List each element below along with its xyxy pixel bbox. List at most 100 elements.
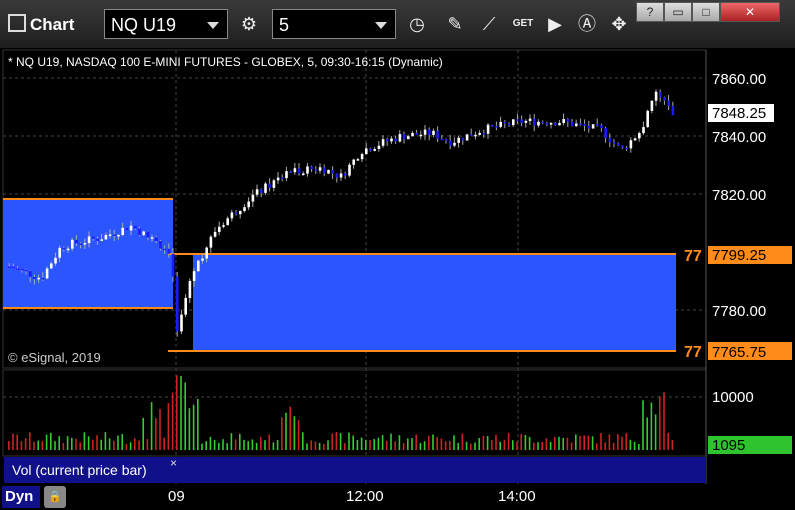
settings-gear-icon[interactable]: ⚙ bbox=[234, 9, 264, 39]
volume-bar bbox=[537, 442, 539, 450]
candle-body bbox=[482, 132, 486, 135]
indicator-icon[interactable]: ⟋ bbox=[474, 9, 504, 39]
candle-body bbox=[180, 314, 183, 332]
candle-body bbox=[188, 280, 192, 298]
volume-bar bbox=[310, 440, 312, 450]
candle-body bbox=[12, 266, 15, 269]
candle-body bbox=[75, 239, 78, 244]
candle-body bbox=[633, 138, 637, 141]
volume-bar bbox=[62, 442, 65, 450]
volume-bar bbox=[323, 443, 325, 450]
volume-bar bbox=[209, 436, 212, 450]
interval-value: 5 bbox=[279, 15, 290, 35]
volume-bar bbox=[398, 435, 401, 450]
volume-bar bbox=[255, 442, 258, 450]
candle-body bbox=[352, 159, 355, 165]
maximize-icon[interactable]: □ bbox=[692, 2, 720, 22]
volume-bar bbox=[646, 417, 648, 450]
chevron-down-icon bbox=[375, 22, 387, 29]
volume-bar bbox=[96, 435, 98, 450]
volume-bar bbox=[600, 432, 602, 450]
time-tick: 09 bbox=[168, 488, 185, 505]
volume-bar bbox=[134, 438, 136, 450]
volume-bar bbox=[213, 439, 216, 450]
price-chart[interactable]: * NQ U19, NASDAQ 100 E-MINI FUTURES - GL… bbox=[0, 48, 795, 510]
candle-body bbox=[486, 124, 490, 134]
candle-body bbox=[348, 164, 351, 176]
candle-body bbox=[335, 173, 339, 178]
volume-bar bbox=[558, 436, 560, 450]
close-icon[interactable]: × bbox=[170, 456, 177, 470]
volume-bar bbox=[667, 432, 669, 450]
candle-body bbox=[339, 173, 343, 178]
volume-bar bbox=[503, 439, 506, 450]
candle-body bbox=[524, 120, 528, 123]
volume-bar bbox=[176, 375, 178, 450]
volume-bar bbox=[524, 434, 527, 450]
candle-body bbox=[537, 121, 540, 126]
candle-body bbox=[478, 132, 481, 135]
symbol-select[interactable]: NQ U19 bbox=[104, 9, 228, 39]
candle-body bbox=[390, 138, 393, 142]
candle-body bbox=[37, 277, 40, 280]
volume-bar bbox=[201, 443, 203, 450]
candle-body bbox=[281, 177, 284, 180]
volume-bar bbox=[331, 433, 333, 450]
candle-body bbox=[234, 212, 238, 215]
volume-bar bbox=[289, 406, 291, 450]
volume-bar bbox=[470, 443, 472, 450]
close-icon[interactable]: ✕ bbox=[720, 2, 780, 22]
candle-body bbox=[436, 130, 439, 139]
pencil-icon[interactable]: ✎ bbox=[440, 9, 470, 39]
restore-icon[interactable]: ▭ bbox=[664, 2, 692, 22]
last-price-text: 7848.25 bbox=[712, 105, 766, 122]
candle-body bbox=[62, 247, 66, 250]
candle-body bbox=[79, 243, 82, 245]
volume-bar bbox=[184, 382, 186, 450]
volume-bar bbox=[197, 398, 199, 450]
candle-body bbox=[318, 167, 322, 171]
candle-body bbox=[297, 168, 301, 174]
candle-body bbox=[663, 97, 666, 101]
help-icon[interactable]: ? bbox=[636, 2, 664, 22]
candle-body bbox=[671, 106, 675, 116]
candle-body bbox=[398, 134, 402, 142]
volume-bar bbox=[302, 432, 304, 450]
candle-body bbox=[377, 145, 381, 150]
volume-study-label[interactable]: Vol (current price bar) bbox=[4, 457, 184, 483]
volume-bar bbox=[566, 437, 569, 450]
candle-body bbox=[646, 110, 649, 128]
candle-body bbox=[356, 159, 360, 161]
candle-body bbox=[58, 247, 61, 258]
candle-body bbox=[440, 138, 444, 141]
candle-body bbox=[197, 260, 200, 272]
candle-body bbox=[264, 183, 267, 193]
candle-body bbox=[323, 167, 326, 174]
volume-bar bbox=[663, 392, 665, 450]
volume-study-bar bbox=[184, 457, 706, 483]
play-icon[interactable]: ▶ bbox=[540, 9, 570, 39]
interval-select[interactable]: 5 bbox=[272, 9, 396, 39]
candle-body bbox=[218, 226, 221, 232]
candle-body bbox=[201, 258, 204, 261]
tools-icon[interactable]: ✥ bbox=[604, 9, 634, 39]
candle-body bbox=[394, 138, 397, 142]
alert-icon[interactable]: Ⓐ bbox=[572, 9, 602, 39]
candle-body bbox=[142, 231, 145, 236]
candle-body bbox=[621, 145, 624, 148]
candle-body bbox=[171, 253, 175, 277]
lock-icon[interactable]: 🔒 bbox=[44, 486, 66, 508]
clock-icon[interactable]: ◷ bbox=[402, 9, 432, 39]
volume-bar bbox=[12, 433, 14, 450]
candle-body bbox=[650, 100, 654, 111]
volume-bar bbox=[50, 432, 52, 450]
get-icon[interactable]: GET bbox=[508, 9, 538, 39]
volume-bar bbox=[293, 416, 296, 450]
volume-bar bbox=[251, 439, 254, 450]
volume-bar bbox=[247, 441, 249, 450]
mode-button[interactable]: Dyn bbox=[2, 486, 40, 508]
candle-body bbox=[386, 139, 389, 142]
volume-bar bbox=[297, 420, 300, 450]
candle-body bbox=[449, 140, 452, 146]
candle-body bbox=[310, 166, 313, 170]
